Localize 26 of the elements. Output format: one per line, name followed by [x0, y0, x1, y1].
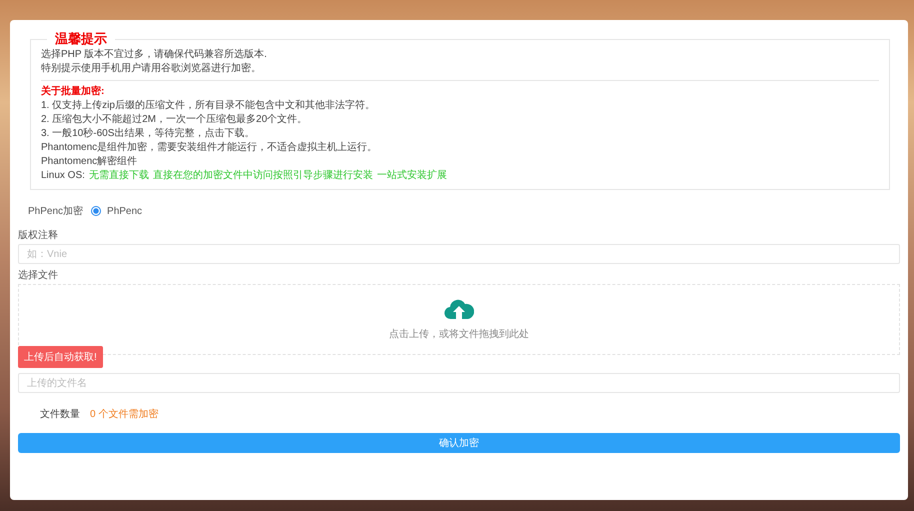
cloud-upload-icon	[444, 298, 474, 320]
notice-text: 特别提示使用手机用户请用谷歌浏览器进行加密。	[41, 62, 262, 76]
install-link[interactable]: 直接在您的加密文件中访问按照引导步骤进行安装	[152, 169, 373, 183]
submit-button[interactable]: 确认加密	[18, 433, 900, 453]
notice-item: 1. 仅支持上传zip后缀的压缩文件，所有目录不能包含中文和其他非法字符。	[41, 99, 376, 113]
radio-button[interactable]	[91, 206, 102, 216]
notice-item: 3. 一般10秒-60S出结果，等待完整，点击下载。	[41, 127, 256, 141]
notice-text: 选择PHP 版本不宜过多，请确保代码兼容所选版本.	[41, 48, 268, 62]
field-label: 版权注释	[18, 228, 59, 242]
tooltip: 上传后自动获取!	[18, 346, 103, 368]
encryption-option[interactable]: PhPenc	[91, 206, 142, 216]
encryption-label: PhPenc加密	[28, 204, 84, 218]
copyright-field[interactable]: 如：Vnie	[18, 244, 900, 264]
install-link[interactable]: 一站式安装扩展	[376, 169, 447, 183]
notice-item: Phantomenc是组件加密，需要安装组件才能运行，不适合虚拟主机上运行。	[41, 141, 378, 155]
notice-title: 温馨提示	[54, 30, 108, 48]
notice-item: 2. 压缩包大小不能超过2M，一次一个压缩包最多20个文件。	[41, 113, 308, 127]
install-link[interactable]: 无需直接下载	[88, 169, 149, 183]
batch-heading: 关于批量加密:	[41, 85, 106, 99]
upload-hint: 点击上传，或将文件拖拽到此处	[389, 328, 529, 340]
field-label: 选择文件	[18, 268, 59, 282]
count-value: 0 个文件需加密	[90, 408, 158, 421]
count-label: 文件数量	[40, 408, 80, 421]
os-label: Linux OS:	[41, 169, 85, 183]
notice-item: Phantomenc解密组件	[41, 155, 138, 169]
filename-field[interactable]: 上传的文件名	[18, 373, 900, 393]
